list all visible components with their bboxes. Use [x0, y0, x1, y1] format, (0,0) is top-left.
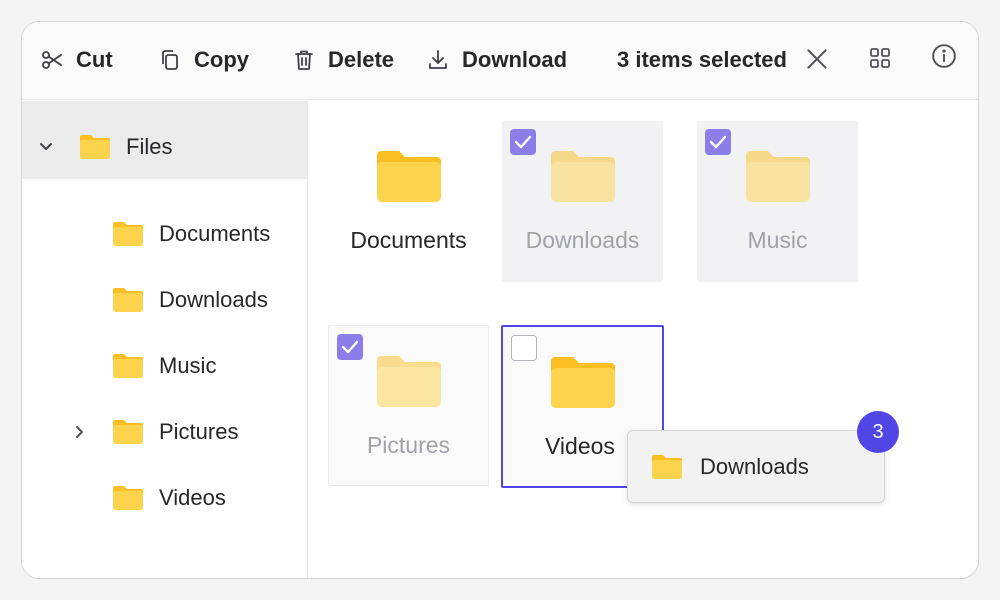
folder-icon: [376, 356, 441, 407]
grid-tile-music[interactable]: Music: [697, 121, 858, 282]
tree-root-label: Files: [126, 134, 173, 159]
close-icon[interactable]: [804, 46, 830, 72]
folder-icon: [113, 222, 143, 246]
toolbar: Cut Copy Delete Download 3 items selecte…: [22, 22, 978, 100]
folder-icon: [652, 454, 682, 479]
delete-button[interactable]: Delete: [292, 45, 394, 75]
sidebar-item-label: Music: [159, 353, 217, 378]
drag-count-badge: 3: [857, 411, 899, 453]
delete-label: Delete: [328, 47, 395, 72]
tree-root-row[interactable]: Files: [78, 127, 172, 167]
selection-checkbox[interactable]: [337, 334, 363, 360]
copy-icon: [162, 50, 178, 70]
tile-label: Pictures: [366, 432, 451, 458]
cut-button[interactable]: Cut: [40, 45, 113, 75]
scissors-icon: [42, 51, 62, 69]
tile-label: Downloads: [525, 227, 640, 253]
drag-preview-label: Downloads: [700, 453, 809, 479]
file-grid: Documents Downloads Music Pictures Video…: [309, 101, 978, 578]
sidebar-item-documents[interactable]: Documents: [111, 214, 270, 254]
folder-icon: [113, 486, 143, 510]
grid-view-icon[interactable]: [868, 46, 892, 70]
chevron-right-icon[interactable]: [71, 424, 87, 440]
selection-checkbox[interactable]: [705, 129, 731, 155]
download-label: Download: [462, 47, 568, 72]
grid-tile-pictures[interactable]: Pictures: [328, 325, 489, 486]
info-icon[interactable]: [931, 43, 957, 69]
sidebar-tree: Files Documents Downloads Music Pictures…: [22, 101, 308, 578]
download-icon: [429, 50, 447, 69]
folder-icon: [550, 357, 615, 408]
checkmark-icon: [514, 135, 532, 149]
folder-icon: [550, 151, 615, 202]
trash-icon: [295, 50, 313, 70]
sidebar-item-label: Pictures: [159, 419, 239, 444]
copy-label: Copy: [194, 47, 249, 72]
selection-checkbox[interactable]: [510, 129, 536, 155]
selection-checkbox[interactable]: [511, 335, 537, 361]
tile-label: Documents: [350, 227, 467, 253]
chevron-down-icon[interactable]: [38, 139, 54, 155]
copy-button[interactable]: Copy: [158, 45, 249, 75]
folder-icon: [80, 135, 110, 159]
sidebar-item-music[interactable]: Music: [111, 346, 216, 386]
tree-root-files[interactable]: Files: [22, 101, 308, 179]
download-button[interactable]: Download: [426, 45, 567, 75]
grid-tile-documents[interactable]: Documents: [328, 121, 489, 282]
drag-preview: Downloads: [627, 430, 885, 503]
checkmark-icon: [709, 135, 727, 149]
folder-icon: [113, 420, 143, 444]
folder-icon: [113, 354, 143, 378]
selection-count-text: 3 items selected: [617, 47, 787, 72]
sidebar-item-pictures[interactable]: Pictures: [111, 412, 238, 452]
sidebar-item-videos[interactable]: Videos: [111, 478, 226, 518]
sidebar-item-label: Documents: [159, 221, 271, 246]
grid-tile-downloads[interactable]: Downloads: [502, 121, 663, 282]
cut-label: Cut: [76, 47, 113, 72]
sidebar-item-downloads[interactable]: Downloads: [111, 280, 268, 320]
sidebar-item-label: Videos: [159, 485, 226, 510]
sidebar-item-label: Downloads: [159, 287, 268, 312]
folder-icon: [376, 151, 441, 202]
checkmark-icon: [341, 340, 359, 354]
folder-icon: [113, 288, 143, 312]
folder-icon: [745, 151, 810, 202]
tile-label: Music: [747, 227, 808, 253]
